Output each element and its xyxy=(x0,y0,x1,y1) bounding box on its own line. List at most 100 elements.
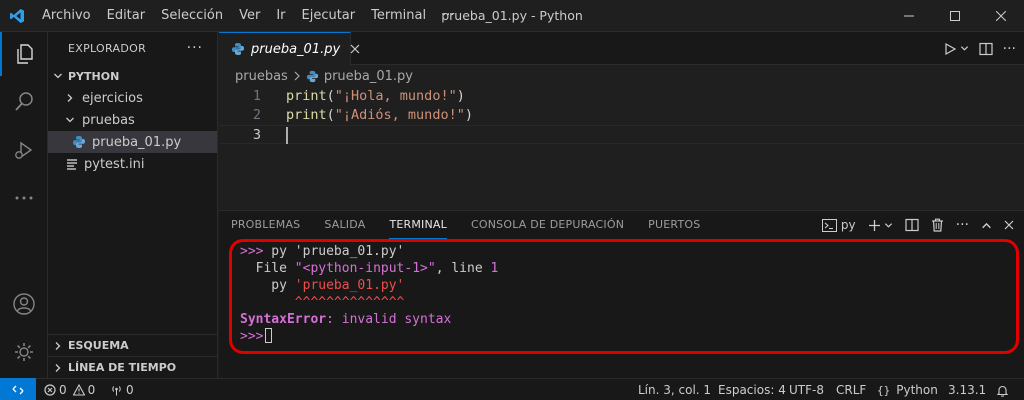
terminal-command: py 'prueba_01.py' xyxy=(263,244,405,259)
run-debug-icon[interactable] xyxy=(0,128,48,172)
language-label: Python xyxy=(896,383,938,397)
menu-ver[interactable]: Ver xyxy=(231,0,268,32)
language-mode-status[interactable]: {} Python xyxy=(877,379,938,400)
tree-item-ejercicios[interactable]: ejercicios xyxy=(48,87,217,109)
more-actions-icon[interactable]: ··· xyxy=(1003,41,1016,57)
line-number: 1 xyxy=(252,88,261,104)
terminal-profile-button[interactable]: py xyxy=(821,218,856,232)
split-terminal-icon[interactable] xyxy=(905,218,919,232)
manage-gear-icon[interactable] xyxy=(0,330,48,374)
tab-prueba-01-py[interactable]: prueba_01.py xyxy=(219,32,360,65)
close-tab-icon[interactable] xyxy=(350,44,360,54)
editor-actions: ··· xyxy=(944,32,1016,65)
tab-puertos[interactable]: PUERTOS xyxy=(648,211,700,239)
breadcrumb-file[interactable]: prueba_01.py xyxy=(324,69,413,84)
section-timeline[interactable]: LÍNEA DE TIEMPO xyxy=(48,356,217,378)
chevron-right-icon xyxy=(293,71,301,81)
line-number: 3 xyxy=(252,127,261,143)
tree-item-label: ejercicios xyxy=(82,90,143,106)
explorer-sidebar: EXPLORADOR ··· PYTHON ejercicios pruebas… xyxy=(48,32,218,378)
vscode-logo-icon xyxy=(0,0,34,32)
tab-problemas[interactable]: PROBLEMAS xyxy=(231,211,300,239)
terminal-carets: ^^^^^^^^^^^^^^ xyxy=(240,295,405,310)
code-line: 1 print("¡Hola, mundo!") xyxy=(219,87,1024,106)
terminal-profile-label: py xyxy=(840,218,856,232)
chevron-down-icon[interactable] xyxy=(884,221,893,230)
error-count: 0 xyxy=(59,383,67,397)
tree-item-label: pruebas xyxy=(82,112,135,128)
tab-label: prueba_01.py xyxy=(251,41,341,57)
python-version-status[interactable]: 3.13.1 xyxy=(948,379,986,400)
tab-consola-depuracion[interactable]: CONSOLA DE DEPURACIÓN xyxy=(471,211,624,239)
section-timeline-label: LÍNEA DE TIEMPO xyxy=(68,361,177,374)
tree-item-pytest-ini[interactable]: pytest.ini xyxy=(48,153,217,175)
sidebar-more-actions-icon[interactable]: ··· xyxy=(187,40,203,56)
menu-seleccion[interactable]: Selección xyxy=(153,0,231,32)
menu-ejecutar[interactable]: Ejecutar xyxy=(294,0,364,32)
menu-editar[interactable]: Editar xyxy=(99,0,154,32)
encoding-status[interactable]: UTF-8 xyxy=(789,379,824,400)
tab-terminal[interactable]: TERMINAL xyxy=(389,211,447,239)
title-bar: Archivo Editar Selección Ver Ir Ejecutar… xyxy=(0,0,1024,32)
terminal-line: SyntaxError: invalid syntax xyxy=(240,311,451,328)
code-token: print xyxy=(286,107,327,123)
menu-bar: Archivo Editar Selección Ver Ir Ejecutar… xyxy=(34,0,462,32)
search-icon[interactable] xyxy=(0,80,48,124)
trash-icon[interactable] xyxy=(931,218,944,232)
terminal-error-name: SyntaxError xyxy=(240,312,327,327)
sidebar-header: EXPLORADOR ··· xyxy=(48,32,217,64)
terminal-prompt: >>> xyxy=(240,329,264,344)
text-cursor xyxy=(286,127,288,144)
workspace-root-folder[interactable]: PYTHON xyxy=(48,65,217,87)
problems-status-button[interactable]: 0 0 xyxy=(44,379,95,400)
chevron-down-icon[interactable] xyxy=(960,44,969,53)
tab-salida[interactable]: SALIDA xyxy=(324,211,365,239)
terminal-line: py 'prueba_01.py' xyxy=(240,277,404,294)
remote-indicator-button[interactable] xyxy=(0,378,36,400)
window-controls xyxy=(886,0,1024,32)
tree-item-pruebas[interactable]: pruebas xyxy=(48,109,217,131)
warning-icon xyxy=(72,384,85,396)
terminal-text: , line xyxy=(435,261,491,276)
close-panel-icon[interactable] xyxy=(1004,220,1014,230)
cursor-position-status[interactable]: Lín. 3, col. 1 xyxy=(638,379,711,400)
more-views-icon[interactable] xyxy=(0,176,48,220)
explorer-icon[interactable] xyxy=(0,32,48,76)
code-token: "¡Hola, mundo!" xyxy=(334,88,457,104)
ports-status-button[interactable]: 0 xyxy=(110,379,134,400)
menu-archivo[interactable]: Archivo xyxy=(34,0,99,32)
close-window-button[interactable] xyxy=(978,0,1024,32)
code-line-current: 3 xyxy=(219,125,1024,144)
menu-ir[interactable]: Ir xyxy=(268,0,293,32)
terminal-line: >>> py 'prueba_01.py' xyxy=(240,243,404,260)
code-token: print xyxy=(286,88,327,104)
eol-status[interactable]: CRLF xyxy=(836,379,866,400)
indentation-status[interactable]: Espacios: 4 xyxy=(718,379,786,400)
more-actions-icon[interactable]: ··· xyxy=(956,217,969,233)
terminal-line: >>> xyxy=(240,328,273,345)
split-editor-icon[interactable] xyxy=(979,42,993,56)
code-editor[interactable]: 1 print("¡Hola, mundo!") 2 print("¡Adiós… xyxy=(219,87,1024,210)
terminal-icon xyxy=(821,218,837,232)
chevron-up-icon[interactable] xyxy=(981,220,992,231)
maximize-button[interactable] xyxy=(932,0,978,32)
python-file-icon xyxy=(231,42,245,56)
section-outline[interactable]: ESQUEMA xyxy=(48,334,217,356)
new-terminal-button[interactable] xyxy=(868,219,893,232)
accounts-icon[interactable] xyxy=(0,282,48,326)
tree-item-label: pytest.ini xyxy=(84,156,145,172)
tree-item-prueba-01-py[interactable]: prueba_01.py xyxy=(48,131,217,153)
menu-terminal[interactable]: Terminal xyxy=(363,0,434,32)
minimize-button[interactable] xyxy=(886,0,932,32)
notifications-bell-icon[interactable] xyxy=(996,379,1009,400)
status-bar: 0 0 0 Lín. 3, col. 1 Espacios: 4 UTF-8 C… xyxy=(0,378,1024,400)
chevron-down-icon xyxy=(62,112,78,128)
code-token: ) xyxy=(464,107,473,123)
run-python-file-button[interactable] xyxy=(944,42,969,55)
terminal-output-highlighted[interactable]: >>> py 'prueba_01.py' File "<python-inpu… xyxy=(229,239,1019,354)
chevron-down-icon xyxy=(50,68,66,84)
line-number: 2 xyxy=(252,107,261,123)
breadcrumb-folder[interactable]: pruebas xyxy=(235,69,288,84)
warning-count: 0 xyxy=(87,383,96,397)
tree-item-label: prueba_01.py xyxy=(92,134,182,150)
